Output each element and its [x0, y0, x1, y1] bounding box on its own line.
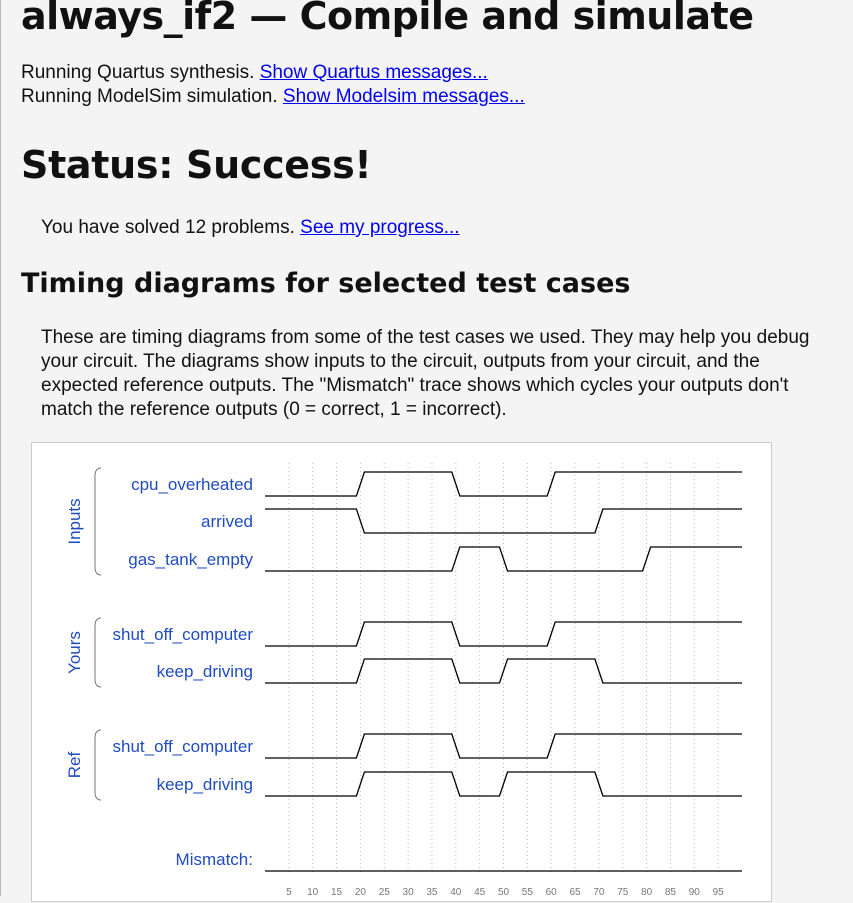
quartus-status-text: Running Quartus synthesis.: [21, 62, 255, 83]
signal-label: gas_tank_empty: [128, 550, 253, 569]
page-border: [0, 0, 1, 896]
time-tick-label: 45: [474, 887, 486, 898]
modelsim-status-line: Running ModelSim simulation. Show Models…: [21, 86, 525, 108]
time-tick-label: 15: [331, 887, 343, 898]
group-bracket: [94, 617, 102, 688]
group-bracket: [94, 467, 102, 576]
signal-trace: [265, 508, 742, 534]
signal-label: cpu_overheated: [131, 475, 253, 494]
time-tick-label: 75: [617, 887, 629, 898]
status-heading: Status: Success!: [21, 143, 372, 187]
time-tick-label: 20: [355, 887, 367, 898]
signal-trace: [265, 621, 742, 647]
time-tick-label: 90: [689, 887, 701, 898]
time-tick-label: 85: [665, 887, 677, 898]
signal-label: keep_driving: [157, 662, 253, 681]
timing-diagram: 5 10 15 20 25 30 35 40 45 50 55 60 65 70 75 80 85 90 95 cpu…: [65, 463, 742, 898]
time-tick-label: 5: [286, 887, 292, 898]
page-title: always_if2 — Compile and simulate: [21, 0, 754, 38]
time-tick-label: 10: [307, 887, 319, 898]
time-tick-label: 50: [498, 887, 510, 898]
time-tick-label: 80: [641, 887, 653, 898]
modelsim-status-text: Running ModelSim simulation.: [21, 86, 278, 107]
quartus-status-line: Running Quartus synthesis. Show Quartus …: [21, 62, 488, 84]
group-label: Inputs: [65, 498, 84, 544]
time-tick-label: 95: [713, 887, 725, 898]
show-modelsim-messages-link[interactable]: Show Modelsim messages...: [283, 86, 525, 107]
time-tick-label: 25: [379, 887, 391, 898]
signal-label: keep_driving: [157, 775, 253, 794]
time-tick-label: 35: [426, 887, 438, 898]
group-label: Ref: [65, 752, 84, 779]
signal-label: arrived: [201, 512, 253, 531]
signal-trace: [265, 733, 742, 759]
time-tick-label: 30: [403, 887, 415, 898]
solved-count-text: You have solved 12 problems.: [41, 217, 295, 238]
timing-diagrams-heading: Timing diagrams for selected test cases: [21, 268, 631, 299]
time-tick-label: 55: [522, 887, 534, 898]
show-quartus-messages-link[interactable]: Show Quartus messages...: [260, 62, 488, 83]
solved-count-line: You have solved 12 problems. See my prog…: [41, 217, 460, 239]
signal-label: Mismatch:: [176, 850, 253, 869]
signal-label: shut_off_computer: [113, 625, 254, 644]
see-progress-link[interactable]: See my progress...: [300, 217, 459, 238]
group-label: Yours: [65, 631, 84, 674]
group-bracket: [94, 729, 102, 801]
time-tick-label: 40: [450, 887, 462, 898]
timing-diagram-panel: 5 10 15 20 25 30 35 40 45 50 55 60 65 70 75 80 85 90 95 cpu…: [31, 442, 772, 902]
time-tick-label: 70: [593, 887, 605, 898]
time-tick-label: 60: [546, 887, 558, 898]
signal-label: shut_off_computer: [113, 737, 254, 756]
time-tick-label: 65: [569, 887, 581, 898]
timing-description: These are timing diagrams from some of t…: [41, 327, 810, 420]
